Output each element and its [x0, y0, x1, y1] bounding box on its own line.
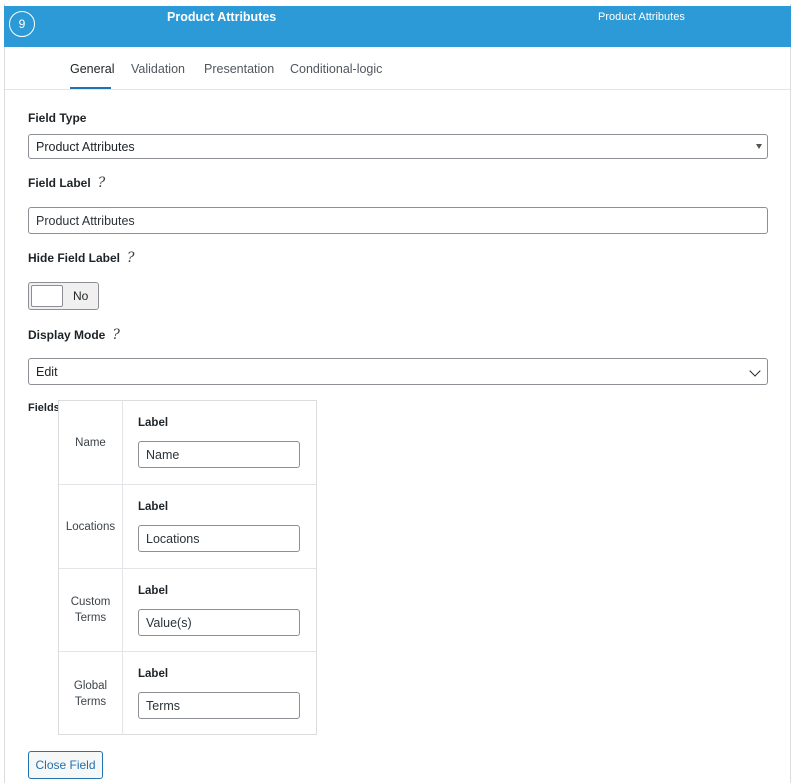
- subfield-label-input-value: Value(s): [146, 615, 192, 630]
- table-row: Global Terms Label Terms: [59, 652, 316, 735]
- subfield-label-input[interactable]: Value(s): [138, 609, 300, 636]
- hide-field-label-heading-text: Hide Field Label: [28, 251, 121, 265]
- subfield-label-heading: Label: [138, 417, 169, 429]
- subfield-name: Custom Terms: [59, 569, 123, 651]
- display-mode-heading: Display Mode?: [28, 327, 120, 343]
- help-icon[interactable]: ?: [127, 250, 135, 266]
- tab-validation[interactable]: Validation: [131, 62, 185, 76]
- display-mode-select-value: Edit: [36, 364, 58, 379]
- active-tab-indicator: [70, 87, 111, 89]
- field-type-select[interactable]: Product Attributes: [28, 134, 768, 159]
- chevron-down-icon: [749, 365, 761, 377]
- toggle-state-text: No: [73, 289, 89, 303]
- subfield-name: Global Terms: [59, 652, 123, 735]
- field-type-heading-text: Field Type: [28, 111, 87, 125]
- hide-field-label-toggle[interactable]: No: [28, 282, 99, 310]
- caret-down-icon: [756, 144, 762, 149]
- field-title[interactable]: Product Attributes: [167, 10, 276, 24]
- field-type-heading: Field Type: [28, 111, 86, 125]
- field-type-select-value: Product Attributes: [36, 139, 135, 154]
- field-order-badge: 9: [9, 11, 35, 37]
- hide-field-label-heading: Hide Field Label?: [28, 250, 135, 266]
- field-label-heading: Field Label?: [28, 175, 105, 191]
- field-label-input[interactable]: Product Attributes: [28, 207, 768, 234]
- fields-heading: Fields: [28, 402, 60, 414]
- subfield-label-input[interactable]: Name: [138, 441, 300, 468]
- help-icon[interactable]: ?: [112, 327, 120, 343]
- subfield-label-input-value: Terms: [146, 698, 181, 713]
- subfield-label-heading: Label: [138, 668, 169, 680]
- subfield-label-heading: Label: [138, 501, 169, 513]
- help-icon[interactable]: ?: [98, 175, 106, 191]
- field-label-input-value: Product Attributes: [36, 213, 135, 228]
- fields-subtable: Name Label Name Locations Label Location…: [58, 400, 317, 735]
- tab-general[interactable]: General: [70, 62, 114, 76]
- subfield-name: Locations: [59, 485, 123, 568]
- display-mode-select[interactable]: Edit: [28, 358, 768, 385]
- table-row: Custom Terms Label Value(s): [59, 569, 316, 652]
- tab-presentation[interactable]: Presentation: [204, 62, 274, 76]
- settings-tabs: General Validation Presentation Conditio…: [5, 48, 790, 90]
- field-type-label: Product Attributes: [598, 11, 685, 23]
- field-header[interactable]: 9 Product Attributes Product Attributes: [4, 6, 791, 47]
- field-label-heading-text: Field Label: [28, 176, 91, 190]
- subfield-label-input[interactable]: Terms: [138, 692, 300, 719]
- subfield-label-input-value: Name: [146, 447, 180, 462]
- close-field-button[interactable]: Close Field: [28, 751, 103, 779]
- tab-conditional-logic[interactable]: Conditional-logic: [290, 62, 382, 76]
- table-row: Name Label Name: [59, 401, 316, 485]
- subfield-label-input[interactable]: Locations: [138, 525, 300, 552]
- subfield-name: Name: [59, 401, 123, 484]
- display-mode-heading-text: Display Mode: [28, 328, 106, 342]
- table-row: Locations Label Locations: [59, 485, 316, 569]
- subfield-label-heading: Label: [138, 585, 169, 597]
- toggle-knob: [31, 285, 63, 307]
- subfield-label-input-value: Locations: [146, 531, 200, 546]
